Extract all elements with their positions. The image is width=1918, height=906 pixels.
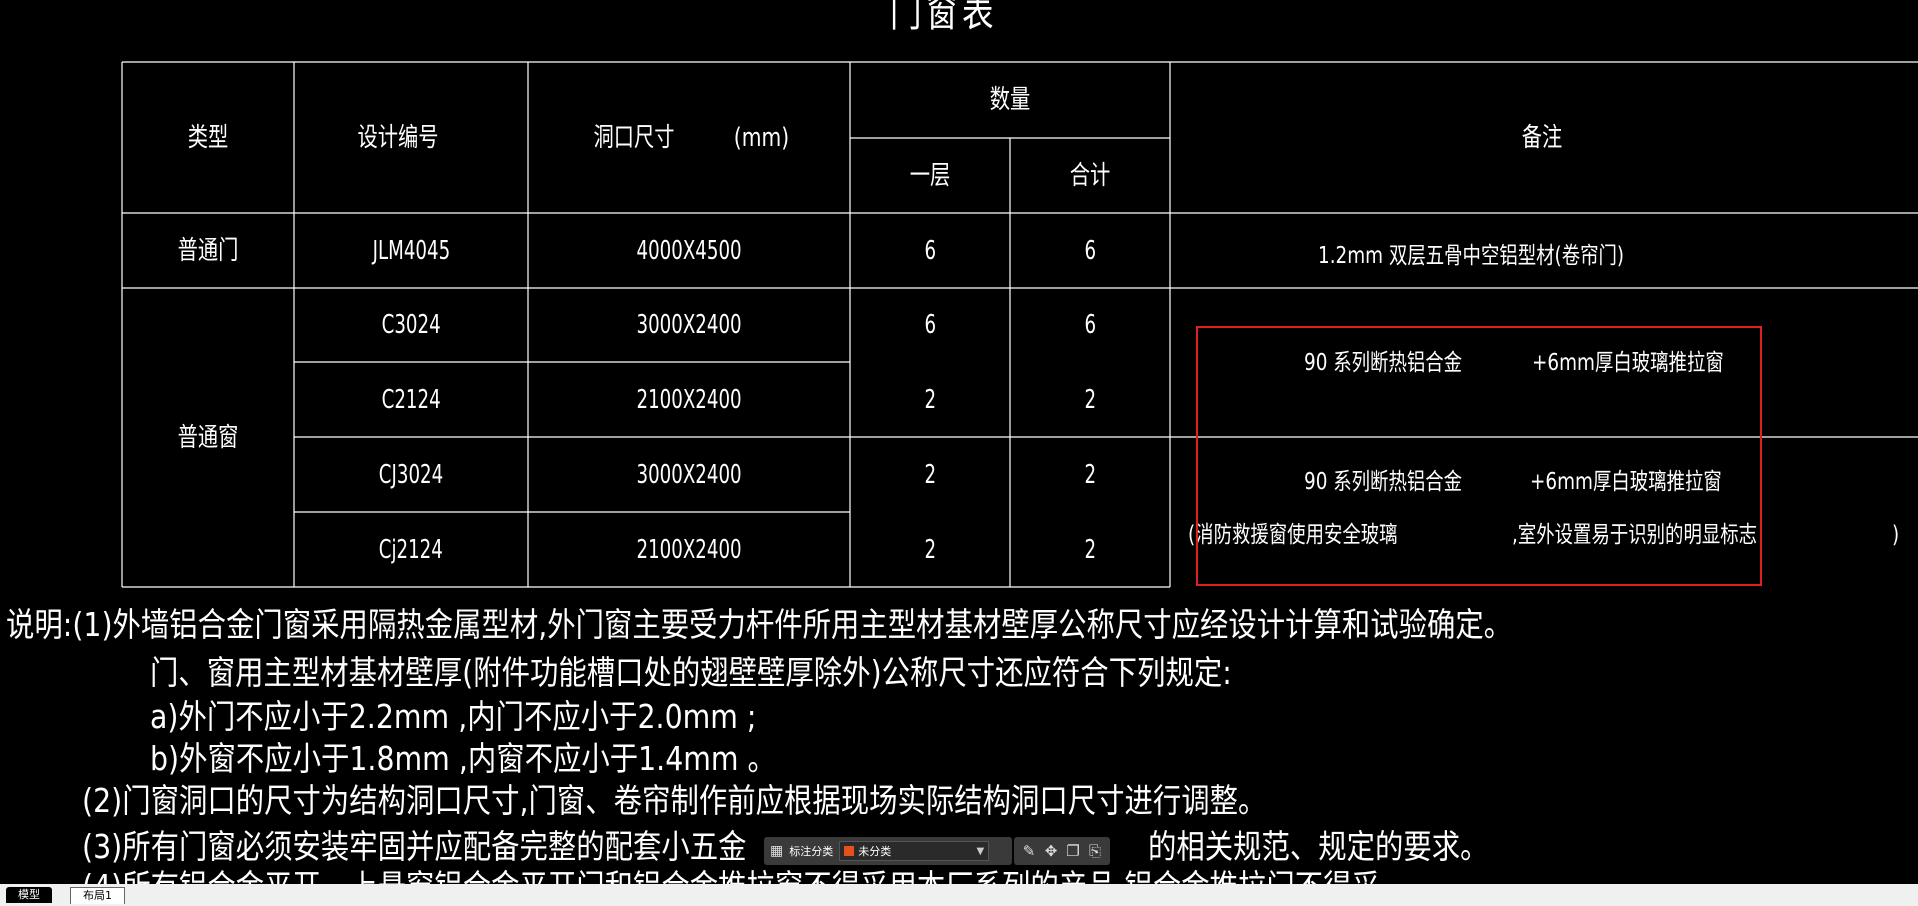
remark-win2-e: ) <box>1892 522 1900 548</box>
toolbar-label: 标注分类 <box>789 845 834 858</box>
row-total: 2 <box>1084 534 1096 565</box>
row-code: CJ3024 <box>378 459 444 490</box>
edit-icon[interactable]: ✎ <box>1018 842 1040 860</box>
row-total: 2 <box>1084 384 1096 415</box>
header-qty: 数量 <box>989 85 1031 115</box>
row-type-window: 普通窗 <box>177 422 239 453</box>
row-floor1: 2 <box>924 534 936 565</box>
chevron-down-icon: ▼ <box>976 845 985 857</box>
paste-icon[interactable]: ⎘ <box>1084 842 1106 860</box>
layout-tab-bar <box>0 884 1918 906</box>
category-selected: 未分类 <box>858 845 892 858</box>
row-code: C3024 <box>381 310 441 340</box>
remark-door: 1.2mm 双层五骨中空铝型材(卷帘门) <box>1318 243 1625 269</box>
note-line: 说明:(1)外墙铝合金门窗采用隔热金属型材,外门窗主要受力杆件所用主型材基材壁厚… <box>6 605 1513 644</box>
row-size: 3000X2400 <box>636 310 742 340</box>
header-remark: 备注 <box>1521 122 1563 153</box>
tab-model[interactable]: 模型 <box>6 887 52 903</box>
header-code: 设计编号 <box>357 122 439 153</box>
row-total: 6 <box>1084 310 1096 340</box>
selection-highlight-box[interactable] <box>1196 326 1762 586</box>
note-line: a)外门不应小于2.2mm ,内门不应小于2.0mm ; <box>150 697 757 736</box>
row-floor1: 2 <box>924 459 936 490</box>
note-line: 门、窗用主型材基材壁厚(附件功能槽口处的翅壁壁厚除外)公称尺寸还应符合下列规定: <box>150 653 1232 692</box>
row-total: 2 <box>1084 459 1096 490</box>
header-type: 类型 <box>187 122 229 153</box>
annotation-toolbar: ▦ 标注分类 未分类 ▼ <box>764 837 1012 865</box>
header-floor1: 一层 <box>909 160 951 191</box>
header-size: 洞口尺寸 (mm) <box>592 122 789 153</box>
row-total: 6 <box>1084 235 1096 266</box>
row-size: 4000X4500 <box>636 235 742 266</box>
copy-icon[interactable]: ❐ <box>1062 842 1084 860</box>
toolbar-actions: ✎ ✥ ❐ ⎘ <box>1014 837 1110 865</box>
row-type-door: 普通门 <box>177 235 239 266</box>
move-icon[interactable]: ✥ <box>1040 842 1062 860</box>
row-floor1: 6 <box>924 310 936 340</box>
row-floor1: 6 <box>924 235 936 266</box>
row-code: JLM4045 <box>372 235 450 266</box>
row-code: Cj2124 <box>378 534 444 565</box>
note-line: (3)所有门窗必须安装牢固并应配备完整的配套小五金 <box>82 827 747 866</box>
header-total: 合计 <box>1069 160 1111 191</box>
color-swatch <box>844 846 855 856</box>
note-line: (2)门窗洞口的尺寸为结构洞口尺寸,门窗、卷帘制作前应根据现场实际结构洞口尺寸进… <box>82 781 1267 820</box>
category-select[interactable]: 未分类 ▼ <box>839 841 990 861</box>
note-line: 的相关规范、规定的要求。 <box>1148 827 1489 866</box>
note-line: b)外窗不应小于1.8mm ,内窗不应小于1.4mm 。 <box>150 739 776 778</box>
row-size: 3000X2400 <box>636 459 742 490</box>
layout-icon[interactable]: ▦ <box>770 843 783 859</box>
row-size: 2100X2400 <box>636 534 742 565</box>
tab-layout1[interactable]: 布局1 <box>70 887 125 904</box>
row-size: 2100X2400 <box>636 384 742 415</box>
row-code: C2124 <box>381 384 441 415</box>
row-floor1: 2 <box>924 384 936 415</box>
